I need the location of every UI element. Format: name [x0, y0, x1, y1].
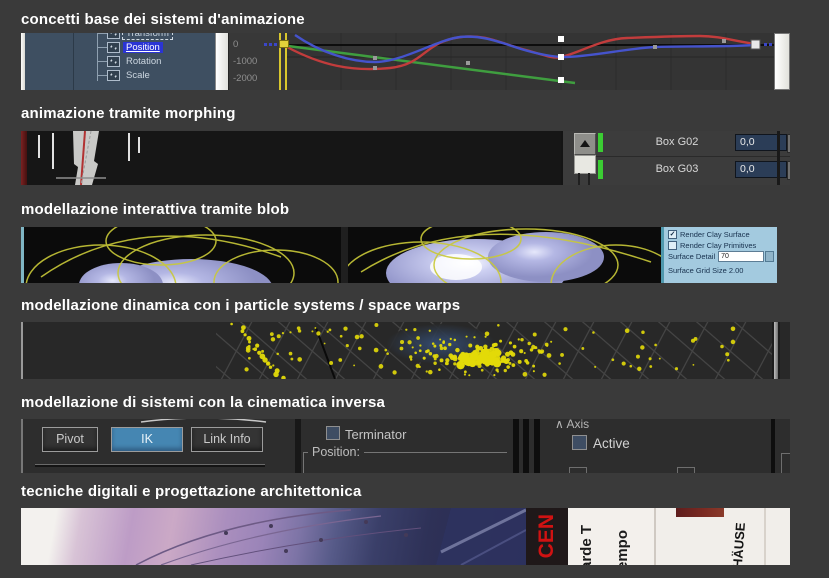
- tree-scrollbar[interactable]: [215, 33, 229, 90]
- row-separator: [596, 156, 790, 157]
- viewport-left-edge: [21, 227, 24, 283]
- partial-checkbox: [569, 467, 587, 473]
- spine-text: arde T: [578, 508, 595, 565]
- value-axis: 0 -1000 -2000: [228, 33, 285, 90]
- scroll-thumb[interactable]: [574, 155, 596, 174]
- render-clay-surface-row: ✓ Render Clay Surface: [664, 229, 777, 240]
- page: concetti base dei sistemi d'animazione: [0, 0, 829, 578]
- surface-grid-label: Surface Grid Size 2.00: [668, 266, 743, 275]
- divider-bar: [523, 419, 529, 473]
- checkbox-unchecked[interactable]: [668, 241, 677, 250]
- architecture-photo-strip: CEN arde T empo HÄUSE: [21, 508, 790, 565]
- end-keyframe-box[interactable]: [751, 40, 760, 49]
- book-spines: CEN arde T empo HÄUSE: [526, 508, 790, 565]
- curve-editor-scrollbar[interactable]: [774, 33, 790, 90]
- axis-value-2000: -2000: [233, 70, 285, 87]
- channel-active-bar: [598, 133, 603, 152]
- divider-bar: [534, 419, 540, 473]
- terminator-label: Terminator: [345, 427, 406, 442]
- photo-detail-overlay: [21, 508, 526, 565]
- book-spine-red-title: CEN: [526, 508, 568, 565]
- photo-fragment-red: [676, 508, 724, 517]
- panel-end-divider: [777, 131, 780, 185]
- channel-name: Box G02: [636, 136, 718, 148]
- ik-screenshot-strip: Pivot IK Link Info Terminator Position: …: [21, 419, 790, 473]
- book-spine-avanguarde: arde T empo: [570, 508, 656, 565]
- axis-header[interactable]: ∧ Axis: [555, 419, 589, 431]
- axis-value-0: 0: [233, 36, 285, 53]
- link-info-button[interactable]: Link Info: [191, 427, 263, 452]
- section-heading-particles: modellazione dinamica con i particle sys…: [21, 297, 460, 314]
- viewport-left-edge: [21, 322, 23, 379]
- section-heading-blob: modellazione interattiva tramite blob: [21, 201, 289, 218]
- rotation-track-icon: [107, 56, 120, 67]
- pivot-button[interactable]: Pivot: [42, 427, 98, 452]
- morphing-screenshot-strip: Box G02 0,0 Box G03 0,0: [21, 131, 790, 185]
- axis-value-1000: -1000: [233, 53, 285, 70]
- key-dots-left: [264, 43, 277, 46]
- morph-channel-row: Box G03 0,0: [596, 159, 790, 181]
- partial-checkbox: [677, 467, 695, 473]
- terminator-checkbox[interactable]: [326, 426, 340, 440]
- channel-spinner[interactable]: [787, 134, 790, 153]
- trackview-screenshot-strip: Transform Position Rotation Scale 0 -100: [21, 33, 790, 90]
- surface-detail-label: Surface Detail: [668, 252, 715, 261]
- tree-item-transform[interactable]: Transform: [89, 33, 215, 40]
- channel-name: Box G03: [636, 163, 718, 175]
- section-heading-morphing: animazione tramite morphing: [21, 105, 236, 122]
- surface-detail-field[interactable]: 70: [718, 251, 764, 262]
- active-checkbox[interactable]: [572, 435, 587, 450]
- viewport-right-scrollbar[interactable]: [772, 322, 780, 379]
- section-heading-architecture: tecniche digitali e progettazione archit…: [21, 483, 362, 500]
- spine-shadow: [654, 508, 656, 565]
- blob-screenshot-strip: ✓ Render Clay Surface Render Clay Primit…: [21, 227, 777, 283]
- spine-text: HÄUSE: [730, 508, 749, 565]
- metaball-options-panel: ✓ Render Clay Surface Render Clay Primit…: [661, 227, 777, 283]
- partial-frame: [781, 453, 790, 473]
- active-label: Active: [593, 436, 630, 451]
- section-heading-animation-concepts: concetti base dei sistemi d'animazione: [21, 11, 305, 28]
- channel-active-bar: [598, 160, 603, 179]
- particles-screenshot-strip: [21, 322, 790, 379]
- scroll-up-button[interactable]: [574, 133, 596, 155]
- section-heading-ik: modellazione di sistemi con la cinematic…: [21, 394, 385, 411]
- checkbox-checked[interactable]: ✓: [668, 230, 677, 239]
- render-clay-surface-label: Render Clay Surface: [680, 230, 750, 239]
- book-spine-haeuser: HÄUSE: [722, 508, 762, 565]
- transform-track-icon: [107, 33, 120, 39]
- morph-envelope-canvas: [21, 131, 561, 185]
- spine-text: CEN: [535, 514, 559, 558]
- position-label: Position:: [308, 445, 364, 459]
- position-track-icon: [107, 42, 120, 53]
- tree-item-rotation[interactable]: Rotation: [89, 54, 215, 68]
- surface-detail-spinner[interactable]: [765, 251, 774, 262]
- panel-divider: [73, 33, 74, 90]
- render-clay-primitives-label: Render Clay Primitives: [680, 241, 756, 250]
- ik-button[interactable]: IK: [111, 427, 183, 452]
- morpher-panel: Box G02 0,0 Box G03 0,0: [561, 131, 790, 185]
- scale-track-icon: [107, 70, 120, 81]
- rollout-arc: [141, 419, 266, 422]
- particle-field: [21, 322, 790, 379]
- time-slider[interactable]: [279, 33, 288, 90]
- spine-text: empo: [614, 508, 631, 565]
- tree-item-position[interactable]: Position: [89, 40, 215, 54]
- scroll-track: [578, 173, 580, 185]
- surface-grid-row: Surface Grid Size 2.00: [664, 265, 777, 276]
- slider-groove[interactable]: [35, 464, 265, 467]
- render-clay-primitives-row: Render Clay Primitives: [664, 240, 777, 251]
- morph-channel-row: Box G02 0,0: [596, 132, 790, 154]
- divider-bar: [513, 419, 519, 473]
- spine-shadow: [764, 508, 766, 565]
- panel-separator: [295, 419, 301, 473]
- surface-detail-row: Surface Detail 70: [664, 251, 777, 262]
- divider-bar: [771, 419, 775, 473]
- channel-spinner[interactable]: [787, 161, 790, 180]
- tree-item-scale[interactable]: Scale: [89, 68, 215, 82]
- trackview-tree-panel: Transform Position Rotation Scale: [25, 33, 216, 90]
